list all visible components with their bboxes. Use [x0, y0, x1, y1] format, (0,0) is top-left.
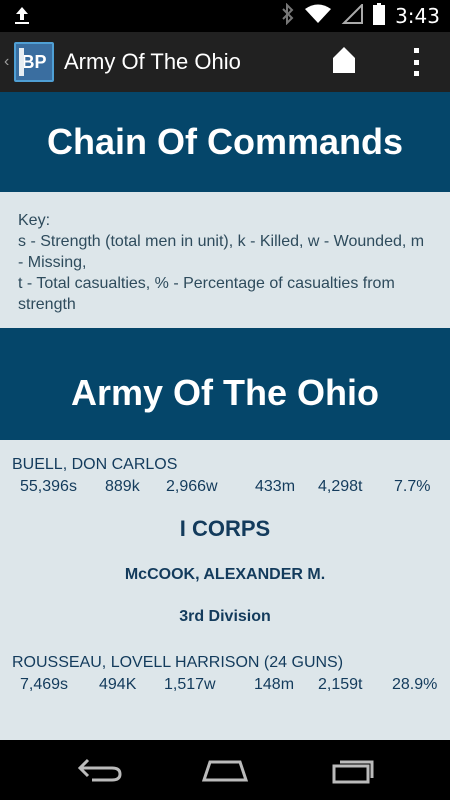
- status-bar: 3:43: [0, 0, 450, 32]
- action-bar-title: Army Of The Ohio: [64, 49, 241, 74]
- corps-title: I CORPS: [179, 516, 271, 541]
- clock: 3:43: [395, 4, 440, 28]
- home-nav-icon[interactable]: [200, 756, 250, 789]
- corps-commander[interactable]: McCOOK, ALEXANDER M.: [0, 566, 450, 584]
- recent-apps-icon[interactable]: [330, 756, 374, 789]
- up-navigation-button[interactable]: ‹ BP: [0, 32, 54, 92]
- army-banner: Army Of The Ohio: [0, 328, 450, 440]
- commander-name: BUELL, DON CARLOS: [12, 456, 178, 473]
- stat-percent: 28.9%: [392, 676, 438, 693]
- key-line-1: s - Strength (total men in unit), k - Ki…: [18, 233, 425, 271]
- division-commander-entry[interactable]: ROUSSEAU, LOVELL HARRISON (24 GUNS) 7,46…: [0, 626, 450, 694]
- stat-missing: 433m: [255, 478, 296, 495]
- overflow-menu-icon[interactable]: [408, 46, 424, 78]
- stat-killed: 494K: [99, 676, 137, 693]
- key-heading: Key:: [18, 212, 51, 229]
- stat-total: 2,159t: [318, 676, 363, 693]
- key-legend: Key: s - Strength (total men in unit), k…: [0, 192, 450, 328]
- chain-of-commands-banner: Chain Of Commands: [0, 92, 450, 192]
- division-commander-stats: 7,469s 494K 1,517w 148m 2,159t 28.9%: [0, 672, 450, 694]
- upload-icon: [12, 5, 32, 30]
- army-commander-entry[interactable]: BUELL, DON CARLOS 55,396s 889k 2,966w 43…: [0, 440, 450, 496]
- bluetooth-icon: [281, 2, 295, 30]
- stat-percent: 7.7%: [394, 478, 431, 495]
- stat-wounded: 2,966w: [166, 478, 218, 495]
- stat-total: 4,298t: [318, 478, 363, 495]
- home-icon[interactable]: [332, 46, 356, 79]
- stat-strength: 55,396s: [20, 478, 77, 495]
- division-commander-name: ROUSSEAU, LOVELL HARRISON (24 GUNS): [12, 654, 344, 671]
- wifi-icon: [305, 4, 332, 29]
- cell-signal-icon: [341, 2, 364, 29]
- commander-stats: 55,396s 889k 2,966w 433m 4,298t 7.7%: [0, 474, 450, 496]
- action-bar: ‹ BP Army Of The Ohio: [0, 32, 450, 92]
- content-scroll[interactable]: Chain Of Commands Key: s - Strength (tot…: [0, 92, 450, 740]
- division-title: 3rd Division: [179, 608, 271, 625]
- system-nav-bar: [0, 740, 450, 800]
- chevron-left-icon: ‹: [4, 53, 10, 70]
- stat-missing: 148m: [254, 676, 295, 693]
- battery-icon: [373, 2, 386, 30]
- stat-strength: 7,469s: [20, 676, 69, 693]
- app-logo: BP: [14, 42, 54, 82]
- key-line-2: t - Total casualties, % - Percentage of …: [18, 275, 395, 313]
- stat-killed: 889k: [105, 478, 140, 495]
- back-icon[interactable]: [76, 756, 124, 789]
- stat-wounded: 1,517w: [164, 676, 216, 693]
